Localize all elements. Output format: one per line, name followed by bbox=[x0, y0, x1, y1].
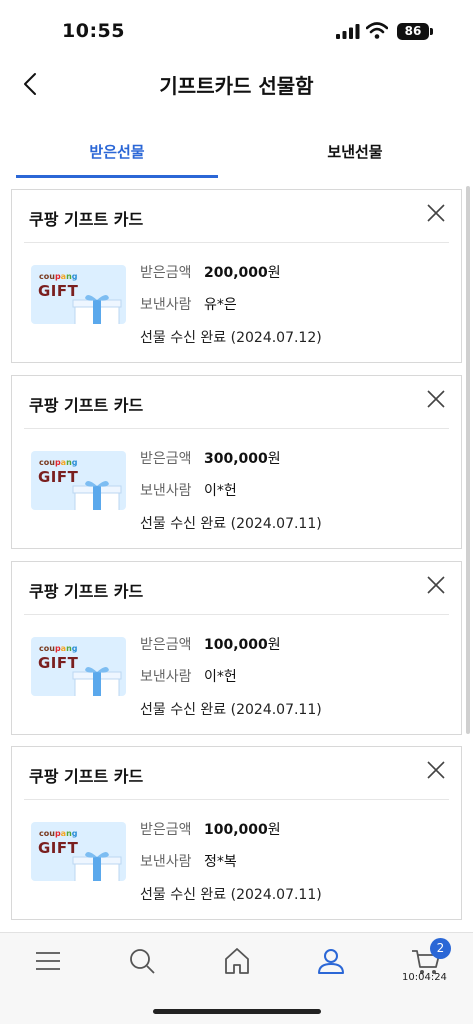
gift-card-image: coupang GIFT bbox=[31, 822, 126, 881]
menu-icon[interactable] bbox=[32, 945, 64, 977]
amount-row: 받은금액 100,000원 bbox=[140, 822, 281, 838]
card-title: 쿠팡 기프트 카드 bbox=[29, 210, 144, 229]
gift-card[interactable]: 쿠팡 기프트 카드 coupang GIFT 받은금액 100,000원 보낸사람… bbox=[11, 561, 462, 735]
gift-box-icon bbox=[72, 851, 122, 881]
card-title: 쿠팡 기프트 카드 bbox=[29, 582, 144, 601]
brand-logo: coupang bbox=[39, 458, 78, 467]
close-icon[interactable] bbox=[425, 574, 447, 596]
divider bbox=[24, 799, 449, 800]
close-icon[interactable] bbox=[425, 202, 447, 224]
gift-box-icon bbox=[72, 666, 122, 696]
divider bbox=[24, 614, 449, 615]
bottom-nav: 2 10:04:24 bbox=[0, 932, 473, 1024]
gift-box-icon bbox=[72, 294, 122, 324]
home-indicator bbox=[153, 1009, 321, 1014]
tab-bar: 받은선물 보낸선물 bbox=[16, 130, 456, 178]
divider bbox=[24, 428, 449, 429]
brand-logo: coupang bbox=[39, 644, 78, 653]
gift-card-image: coupang GIFT bbox=[31, 265, 126, 324]
tab-received[interactable]: 받은선물 bbox=[16, 130, 218, 178]
battery-tip bbox=[430, 28, 433, 35]
profile-icon[interactable] bbox=[315, 945, 347, 977]
gift-card-image: coupang GIFT bbox=[31, 451, 126, 510]
signal-icon bbox=[336, 24, 360, 39]
gift-card-image: coupang GIFT bbox=[31, 637, 126, 696]
search-icon[interactable] bbox=[126, 945, 158, 977]
sender-row: 보낸사람 유*은 bbox=[140, 297, 237, 313]
cart-badge: 2 bbox=[430, 938, 451, 959]
close-icon[interactable] bbox=[425, 759, 447, 781]
amount-row: 받은금액 300,000원 bbox=[140, 451, 281, 467]
brand-logo: coupang bbox=[39, 272, 78, 281]
home-icon[interactable] bbox=[221, 945, 253, 977]
status-text: 선물 수신 완료 (2024.07.11) bbox=[140, 887, 322, 903]
amount-row: 받은금액 100,000원 bbox=[140, 637, 281, 653]
gift-card[interactable]: 쿠팡 기프트 카드 coupang GIFT 받은금액 100,000원 보낸사람… bbox=[11, 746, 462, 920]
scrollbar[interactable] bbox=[466, 186, 470, 734]
tab-sent[interactable]: 보낸선물 bbox=[254, 130, 456, 178]
brand-logo: coupang bbox=[39, 829, 78, 838]
sender-row: 보낸사람 이*헌 bbox=[140, 483, 237, 499]
card-title: 쿠팡 기프트 카드 bbox=[29, 396, 144, 415]
page-title: 기프트카드 선물함 bbox=[159, 74, 314, 98]
battery-icon: 86 bbox=[397, 23, 429, 40]
close-icon[interactable] bbox=[425, 388, 447, 410]
status-text: 선물 수신 완료 (2024.07.12) bbox=[140, 330, 322, 346]
amount-row: 받은금액 200,000원 bbox=[140, 265, 281, 281]
sender-row: 보낸사람 정*복 bbox=[140, 854, 237, 870]
status-bar: 10:55 86 bbox=[0, 0, 473, 60]
wifi-icon bbox=[366, 22, 388, 39]
cart-time: 10:04:24 bbox=[402, 972, 447, 983]
gift-box-icon bbox=[72, 480, 122, 510]
status-text: 선물 수신 완료 (2024.07.11) bbox=[140, 516, 322, 532]
status-text: 선물 수신 완료 (2024.07.11) bbox=[140, 702, 322, 718]
status-time: 10:55 bbox=[62, 20, 125, 42]
card-title: 쿠팡 기프트 카드 bbox=[29, 767, 144, 786]
gift-card[interactable]: 쿠팡 기프트 카드 coupang GIFT 받은금액 200,000원 보낸사람… bbox=[11, 189, 462, 363]
sender-row: 보낸사람 이*헌 bbox=[140, 669, 237, 685]
header: 기프트카드 선물함 bbox=[0, 60, 473, 110]
divider bbox=[24, 242, 449, 243]
gift-card[interactable]: 쿠팡 기프트 카드 coupang GIFT 받은금액 300,000원 보낸사람… bbox=[11, 375, 462, 549]
